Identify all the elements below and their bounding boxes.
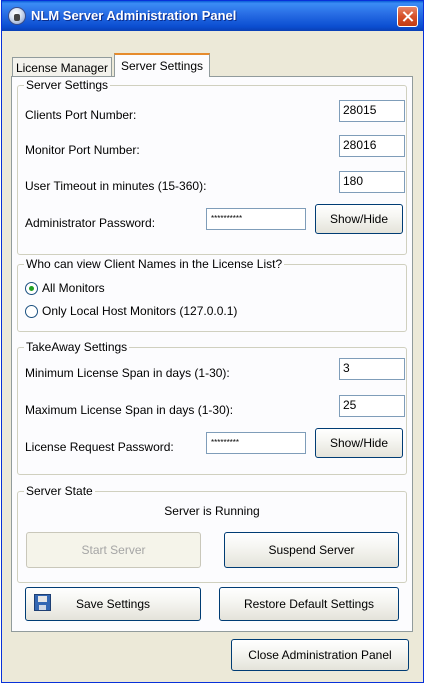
clients-port-label: Clients Port Number: (25, 108, 137, 122)
timeout-input[interactable]: 180 (339, 171, 405, 193)
server-status-text: Server is Running (164, 504, 260, 518)
takeaway-title: TakeAway Settings (24, 340, 130, 354)
floppy-disk-icon (34, 594, 51, 611)
request-showhide-button[interactable]: Show/Hide (315, 428, 403, 458)
client-names-group: Who can view Client Names in the License… (17, 257, 407, 332)
min-span-label: Minimum License Span in days (1-30): (25, 366, 230, 380)
radio-local-monitors[interactable] (25, 305, 38, 318)
window-title: NLM Server Administration Panel (31, 8, 237, 23)
close-window-button[interactable] (397, 6, 418, 27)
server-state-title: Server State (24, 484, 95, 498)
tab-server-settings[interactable]: Server Settings (114, 53, 210, 77)
monitor-port-input[interactable]: 28016 (339, 135, 405, 157)
admin-password-input[interactable]: ********** (206, 208, 306, 230)
max-span-input[interactable]: 25 (339, 395, 405, 417)
min-span-input[interactable]: 3 (339, 358, 405, 380)
max-span-label: Maximum License Span in days (1-30): (25, 403, 234, 417)
restore-defaults-button[interactable]: Restore Default Settings (219, 587, 399, 621)
app-icon (8, 7, 26, 25)
close-admin-panel-button[interactable]: Close Administration Panel (231, 639, 409, 671)
suspend-server-button[interactable]: Suspend Server (224, 532, 399, 568)
all-monitors-label[interactable]: All Monitors (42, 281, 105, 295)
request-password-input[interactable]: ********* (206, 432, 306, 454)
start-server-button[interactable]: Start Server (26, 532, 201, 568)
save-settings-label: Save Settings (75, 597, 151, 611)
request-password-label: License Request Password: (25, 440, 174, 454)
server-state-group: Server State Server is Running Start Ser… (17, 484, 407, 583)
server-settings-group: Server Settings Clients Port Number: 280… (17, 78, 407, 255)
monitor-port-label: Monitor Port Number: (25, 143, 140, 157)
radio-all-monitors[interactable] (25, 282, 38, 295)
admin-window: NLM Server Administration Panel License … (1, 0, 424, 683)
local-monitors-label[interactable]: Only Local Host Monitors (127.0.0.1) (42, 304, 237, 318)
title-bar[interactable]: NLM Server Administration Panel (2, 1, 423, 31)
tab-panel: Server Settings Clients Port Number: 280… (11, 76, 413, 632)
clients-port-input[interactable]: 28015 (339, 100, 405, 122)
takeaway-group: TakeAway Settings Minimum License Span i… (17, 340, 407, 475)
admin-password-label: Administrator Password: (25, 216, 156, 230)
admin-showhide-button[interactable]: Show/Hide (315, 204, 403, 234)
client-names-title: Who can view Client Names in the License… (24, 257, 285, 271)
save-settings-button[interactable]: Save Settings (25, 587, 201, 621)
server-settings-title: Server Settings (24, 78, 111, 92)
tab-license-manager[interactable]: License Manager (12, 57, 112, 77)
timeout-label: User Timeout in minutes (15-360): (25, 179, 207, 193)
